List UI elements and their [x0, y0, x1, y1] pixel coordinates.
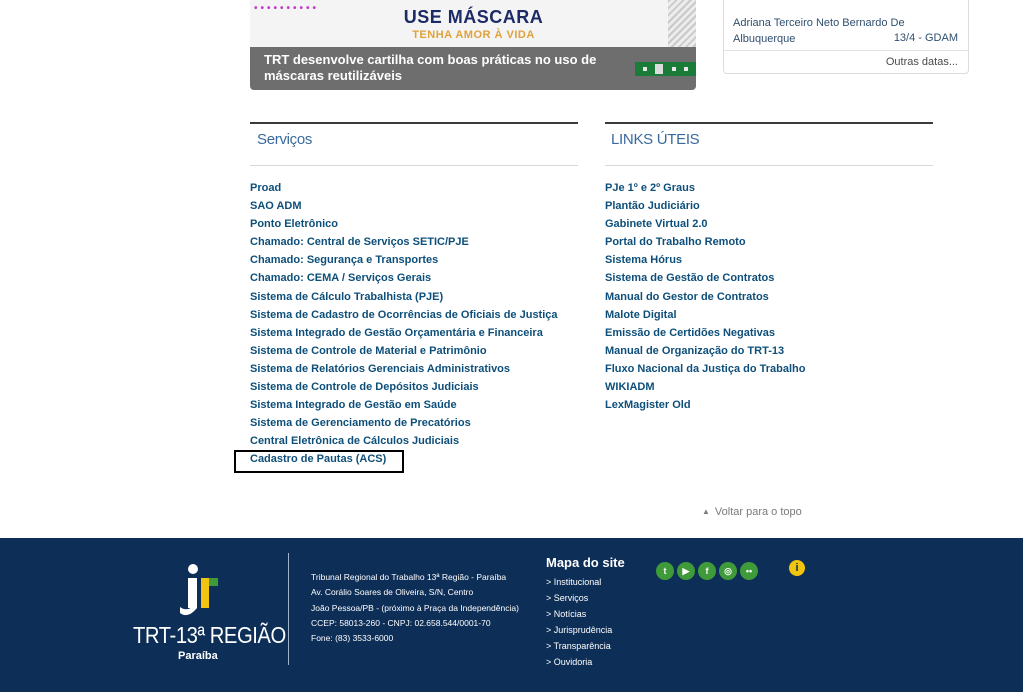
- address-line: Fone: (83) 3533-6000: [311, 633, 394, 644]
- sitemap-link[interactable]: > Ouvidoria: [546, 654, 612, 670]
- useful-link[interactable]: WIKIADM: [605, 381, 933, 399]
- sitemap-title: Mapa do site: [546, 555, 625, 570]
- service-link[interactable]: Sistema de Cálculo Trabalhista (PJE): [250, 291, 578, 309]
- service-link[interactable]: Sistema Integrado de Gestão Orçamentária…: [250, 327, 578, 345]
- news-caption[interactable]: TRT desenvolve cartilha com boas prática…: [264, 52, 624, 84]
- service-link[interactable]: Sistema de Controle de Material e Patrim…: [250, 345, 578, 363]
- back-to-top-label: Voltar para o topo: [714, 506, 802, 518]
- address-line: Av. Corálio Soares de Oliveira, S/N, Cen…: [311, 587, 474, 598]
- service-link[interactable]: Sistema de Relatórios Gerenciais Adminis…: [250, 363, 578, 381]
- useful-link[interactable]: PJe 1º e 2º Graus: [605, 182, 933, 200]
- sitemap-list: > Institucional > Serviços > Notícias > …: [546, 574, 612, 670]
- facebook-icon[interactable]: f: [698, 562, 716, 580]
- useful-link[interactable]: Sistema Hórus: [605, 254, 933, 272]
- sitemap-link[interactable]: > Jurisprudência: [546, 622, 612, 638]
- sitemap-link[interactable]: > Transparência: [546, 638, 612, 654]
- service-link[interactable]: Chamado: CEMA / Serviços Gerais: [250, 272, 578, 290]
- useful-links-title: LINKS ÚTEIS: [611, 131, 700, 148]
- decorative-stripes: [668, 0, 696, 47]
- news-banner-image: •••••••••• USE MÁSCARA TENHA AMOR À VIDA: [250, 0, 696, 47]
- service-link[interactable]: Proad: [250, 182, 578, 200]
- useful-link[interactable]: Manual do Gestor de Contratos: [605, 291, 933, 309]
- news-art-title: USE MÁSCARA: [403, 7, 544, 27]
- services-header: Serviços: [250, 122, 578, 166]
- trt-logo-icon: [180, 564, 218, 616]
- services-section: Serviços Proad SAO ADM Ponto Eletrônico …: [250, 122, 578, 472]
- sitemap-link[interactable]: > Serviços: [546, 590, 612, 606]
- footer-divider: [288, 553, 289, 665]
- useful-link[interactable]: Emissão de Certidões Negativas: [605, 327, 933, 345]
- other-dates-link[interactable]: Outras datas...: [886, 56, 958, 68]
- useful-link[interactable]: Fluxo Nacional da Justiça do Trabalho: [605, 363, 933, 381]
- service-link[interactable]: Sistema Integrado de Gestão em Saúde: [250, 399, 578, 417]
- services-title: Serviços: [257, 131, 313, 148]
- sitemap-link[interactable]: > Institucional: [546, 574, 612, 590]
- caret-up-icon: ▲: [702, 507, 710, 516]
- useful-links-section: LINKS ÚTEIS PJe 1º e 2º Graus Plantão Ju…: [605, 122, 933, 417]
- service-link[interactable]: SAO ADM: [250, 200, 578, 218]
- useful-links-header: LINKS ÚTEIS: [605, 122, 933, 166]
- useful-link[interactable]: Portal do Trabalho Remoto: [605, 236, 933, 254]
- birthdays-card: Adriana Terceiro Neto Bernardo De Albuqu…: [723, 0, 969, 74]
- news-art-subtitle: TENHA AMOR À VIDA: [412, 29, 535, 41]
- useful-link[interactable]: Sistema de Gestão de Contratos: [605, 272, 933, 290]
- address-line: Tribunal Regional do Trabalho 13ª Região…: [311, 572, 507, 582]
- instagram-icon[interactable]: ◎: [719, 562, 737, 580]
- news-caption-bar[interactable]: TRT desenvolve cartilha com boas prática…: [250, 47, 696, 90]
- logo-region: Paraíba: [178, 650, 218, 662]
- site-footer: TRT-13ª REGIÃO Paraíba Tribunal Regional…: [0, 538, 1023, 692]
- address-line: João Pessoa/PB - (próximo à Praça da Ind…: [311, 602, 519, 613]
- service-link[interactable]: Sistema de Gerenciamento de Precatórios: [250, 417, 578, 435]
- focus-highlight-box: [234, 450, 404, 473]
- twitter-icon[interactable]: t: [656, 562, 674, 580]
- news-banner[interactable]: •••••••••• USE MÁSCARA TENHA AMOR À VIDA…: [250, 0, 696, 90]
- service-link[interactable]: Chamado: Central de Serviços SETIC/PJE: [250, 236, 578, 254]
- useful-link[interactable]: Gabinete Virtual 2.0: [605, 218, 933, 236]
- info-icon[interactable]: i: [789, 560, 805, 576]
- back-to-top-link[interactable]: ▲ Voltar para o topo: [702, 506, 802, 518]
- service-link[interactable]: Sistema de Controle de Depósitos Judicia…: [250, 381, 578, 399]
- useful-link[interactable]: LexMagister Old: [605, 399, 933, 417]
- youtube-icon[interactable]: ▶: [677, 562, 695, 580]
- services-list: Proad SAO ADM Ponto Eletrônico Chamado: …: [250, 182, 578, 472]
- sitemap-link[interactable]: > Notícias: [546, 606, 612, 622]
- card-divider: [724, 50, 968, 51]
- carousel-indicator: [635, 62, 696, 76]
- service-link[interactable]: Sistema de Cadastro de Ocorrências de Of…: [250, 309, 578, 327]
- service-link[interactable]: Ponto Eletrônico: [250, 218, 578, 236]
- address-block: Tribunal Regional do Trabalho 13ª Região…: [311, 570, 519, 646]
- birthday-date: 13/4 - GDAM: [893, 32, 958, 44]
- social-links: t ▶ f ◎ ••: [656, 562, 758, 580]
- decorative-dots: ••••••••••: [254, 3, 320, 14]
- address-line: CCEP: 58013-260 - CNPJ: 02.658.544/0001-…: [311, 617, 491, 628]
- useful-link[interactable]: Malote Digital: [605, 309, 933, 327]
- flickr-icon[interactable]: ••: [740, 562, 758, 580]
- service-link[interactable]: Chamado: Segurança e Transportes: [250, 254, 578, 272]
- logo-name: TRT-13ª REGIÃO: [133, 622, 286, 648]
- useful-links-list: PJe 1º e 2º Graus Plantão Judiciário Gab…: [605, 182, 933, 417]
- useful-link[interactable]: Manual de Organização do TRT-13: [605, 345, 933, 363]
- useful-link[interactable]: Plantão Judiciário: [605, 200, 933, 218]
